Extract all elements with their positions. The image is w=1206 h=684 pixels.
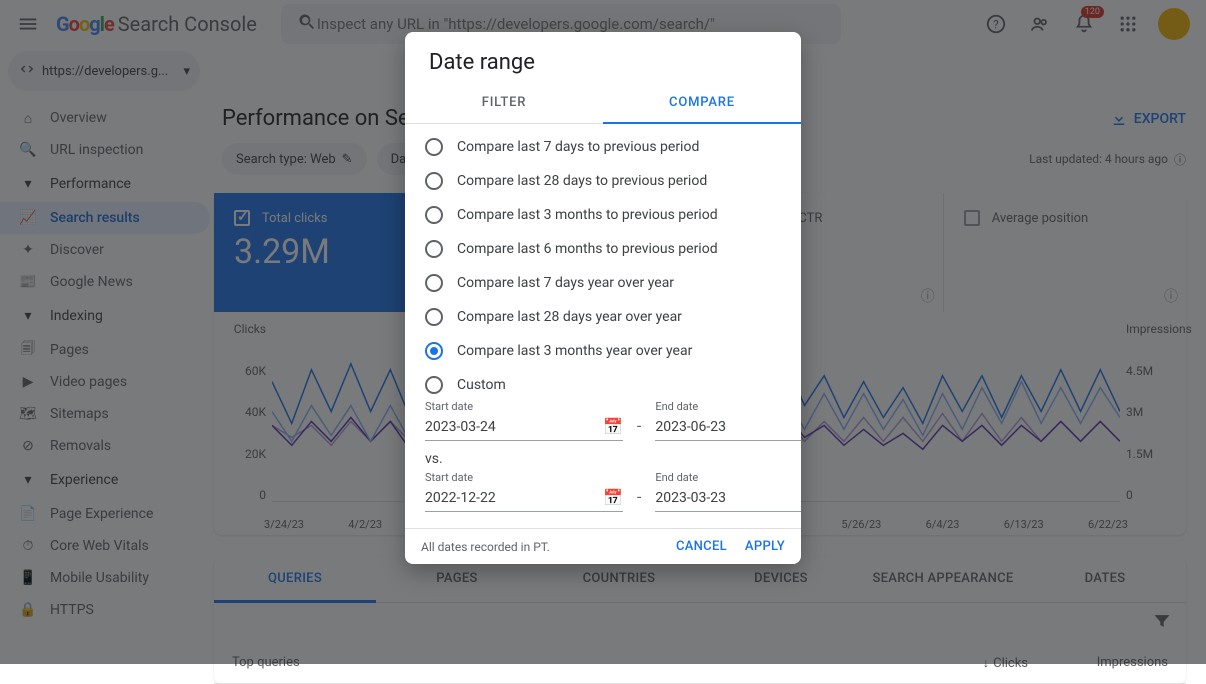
dialog-title: Date range [405,32,801,83]
cancel-button[interactable]: CANCEL [676,539,727,554]
radio-icon [425,206,443,224]
radio-icon [425,342,443,360]
compare-option-7[interactable]: Custom [425,376,781,394]
dialog-footnote: All dates recorded in PT. [421,540,550,554]
start-date-2[interactable]: Start date 📅 [425,471,623,512]
compare-option-2[interactable]: Compare last 3 months to previous period [425,206,781,224]
end-date-1[interactable]: End date 📅 [655,400,801,441]
compare-option-5[interactable]: Compare last 28 days year over year [425,308,781,326]
dialog-tab-compare[interactable]: COMPARE [603,83,801,124]
dash: - [633,416,645,441]
compare-option-0[interactable]: Compare last 7 days to previous period [425,138,781,156]
radio-icon [425,308,443,326]
start-date-1[interactable]: Start date 📅 [425,400,623,441]
end-date-2[interactable]: End date 📅 [655,471,801,512]
apply-button[interactable]: APPLY [745,539,785,554]
start-date-2-input[interactable] [425,490,603,506]
end-date-2-input[interactable] [655,490,801,506]
radio-icon [425,376,443,394]
start-date-1-input[interactable] [425,419,603,435]
radio-icon [425,172,443,190]
compare-option-1[interactable]: Compare last 28 days to previous period [425,172,781,190]
date-range-dialog: Date range FILTER COMPARE Compare last 7… [405,32,801,564]
compare-option-4[interactable]: Compare last 7 days year over year [425,274,781,292]
radio-icon [425,138,443,156]
dash: - [633,487,645,512]
calendar-icon[interactable]: 📅 [603,488,623,507]
radio-icon [425,274,443,292]
compare-option-6[interactable]: Compare last 3 months year over year [425,342,781,360]
radio-icon [425,240,443,258]
compare-option-3[interactable]: Compare last 6 months to previous period [425,240,781,258]
calendar-icon[interactable]: 📅 [603,417,623,436]
vs-label: vs. [405,443,801,469]
dialog-scrim[interactable]: Date range FILTER COMPARE Compare last 7… [0,0,1206,664]
end-date-1-input[interactable] [655,419,801,435]
dialog-tab-filter[interactable]: FILTER [405,83,603,124]
